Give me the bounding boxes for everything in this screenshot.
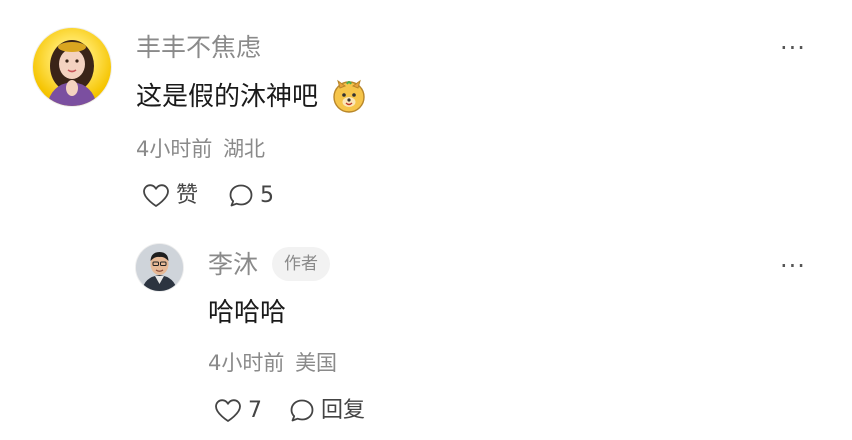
author-avatar[interactable] bbox=[136, 244, 183, 291]
comment-location: 湖北 bbox=[223, 137, 266, 161]
commenter-avatar[interactable] bbox=[33, 28, 111, 106]
reply-meta: 4小时前 美国 bbox=[208, 353, 337, 374]
comment-meta: 4小时前 湖北 bbox=[136, 139, 265, 160]
author-name[interactable]: 李沐 bbox=[208, 252, 258, 277]
reply-text: 哈哈哈 bbox=[208, 298, 287, 328]
comment-more-options-icon[interactable]: ··· bbox=[780, 36, 806, 60]
heart-icon bbox=[215, 399, 241, 422]
like-count: 7 bbox=[248, 398, 262, 423]
reply-count: 5 bbox=[260, 183, 274, 208]
comment-bubble-icon bbox=[290, 399, 314, 422]
comment-bubble-icon bbox=[229, 184, 253, 207]
reply-more-options-icon[interactable]: ··· bbox=[780, 254, 806, 278]
commenter-name[interactable]: 丰丰不焦虑 bbox=[136, 35, 261, 60]
reply-time: 4小时前 bbox=[208, 351, 285, 375]
comment-time: 4小时前 bbox=[136, 137, 213, 161]
reply-label: 回复 bbox=[321, 398, 366, 423]
happy-dog-emoji-icon bbox=[331, 78, 367, 114]
heart-icon bbox=[143, 184, 169, 207]
author-badge: 作者 bbox=[272, 247, 330, 281]
like-label: 赞 bbox=[176, 183, 199, 208]
reply-location: 美国 bbox=[295, 351, 338, 375]
comment-text: 这是假的沐神吧 bbox=[136, 82, 319, 112]
